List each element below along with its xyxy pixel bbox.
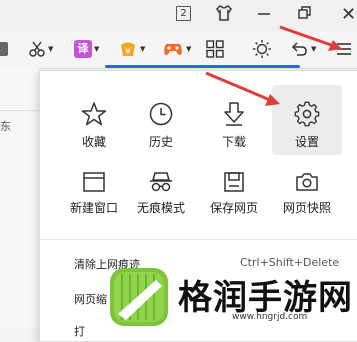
restore-icon[interactable] (296, 4, 312, 22)
star-icon (81, 102, 107, 126)
divider (0, 110, 38, 111)
game-controller-icon (164, 43, 182, 55)
menu-divider (40, 239, 357, 240)
watermark-url: www.hngrjd.com (232, 312, 308, 322)
toolbar-accent-line (105, 65, 300, 68)
apps-grid-button[interactable] (206, 38, 224, 60)
game-button[interactable]: ▼ (162, 38, 191, 60)
scissors-icon (29, 41, 45, 57)
annotation-arrow-menu (279, 25, 342, 51)
menu-item-label: 下载 (221, 135, 246, 149)
apps-grid-icon (206, 40, 224, 58)
save-icon (224, 172, 244, 192)
camera-icon (296, 173, 318, 191)
menu-item-save-page[interactable]: 保存网页 (202, 167, 266, 223)
clock-icon (149, 102, 173, 126)
page-text-fragment: 东 (0, 120, 11, 133)
brightness-button[interactable] (252, 38, 272, 60)
svg-text:¥: ¥ (125, 47, 131, 57)
watermark-logo (110, 268, 168, 326)
brightness-icon (253, 40, 271, 58)
close-icon[interactable]: ✕ (341, 4, 356, 25)
new-window-icon (83, 172, 105, 192)
translate-button[interactable]: 译 ▼ (74, 38, 99, 60)
menu-item-incognito[interactable]: 无痕模式 (129, 167, 193, 223)
menu-item-new-window[interactable]: 新建窗口 (62, 167, 126, 223)
menu-item-label: 新建窗口 (69, 201, 118, 215)
menu-item-label: 历史 (148, 135, 173, 149)
translate-icon: 译 (74, 40, 92, 58)
menu-row-zoom[interactable]: 网页缩 (74, 291, 107, 307)
gear-icon (294, 101, 320, 127)
menu-item-label: 保存网页 (209, 201, 258, 215)
skin-shirt-icon[interactable] (214, 4, 234, 22)
incognito-icon (150, 172, 172, 192)
scissors-button[interactable]: ▼ (28, 38, 53, 60)
menu-row-print[interactable]: 打 (74, 323, 85, 339)
minimize-icon[interactable] (256, 4, 272, 22)
menu-item-history[interactable]: 历史 (129, 91, 193, 151)
menu-item-label: 网页快照 (282, 201, 331, 215)
menu-item-label: 无痕模式 (136, 201, 185, 215)
toolbar-fragment-icon[interactable] (0, 38, 8, 60)
money-button[interactable]: ¥ ▼ (118, 38, 145, 60)
tab-count-badge[interactable]: 2 (176, 6, 191, 21)
annotation-arrow-settings (205, 71, 280, 106)
menu-item-favorites[interactable]: 收藏 (62, 91, 126, 151)
menu-item-label: 收藏 (81, 135, 106, 149)
menu-item-label: 设置 (294, 135, 319, 149)
menu-item-snapshot[interactable]: 网页快照 (275, 167, 339, 223)
page-content-left: 东 (0, 68, 38, 329)
shortcut-text: Ctrl+Shift+Delete (240, 256, 340, 269)
money-icon: ¥ (121, 42, 135, 57)
